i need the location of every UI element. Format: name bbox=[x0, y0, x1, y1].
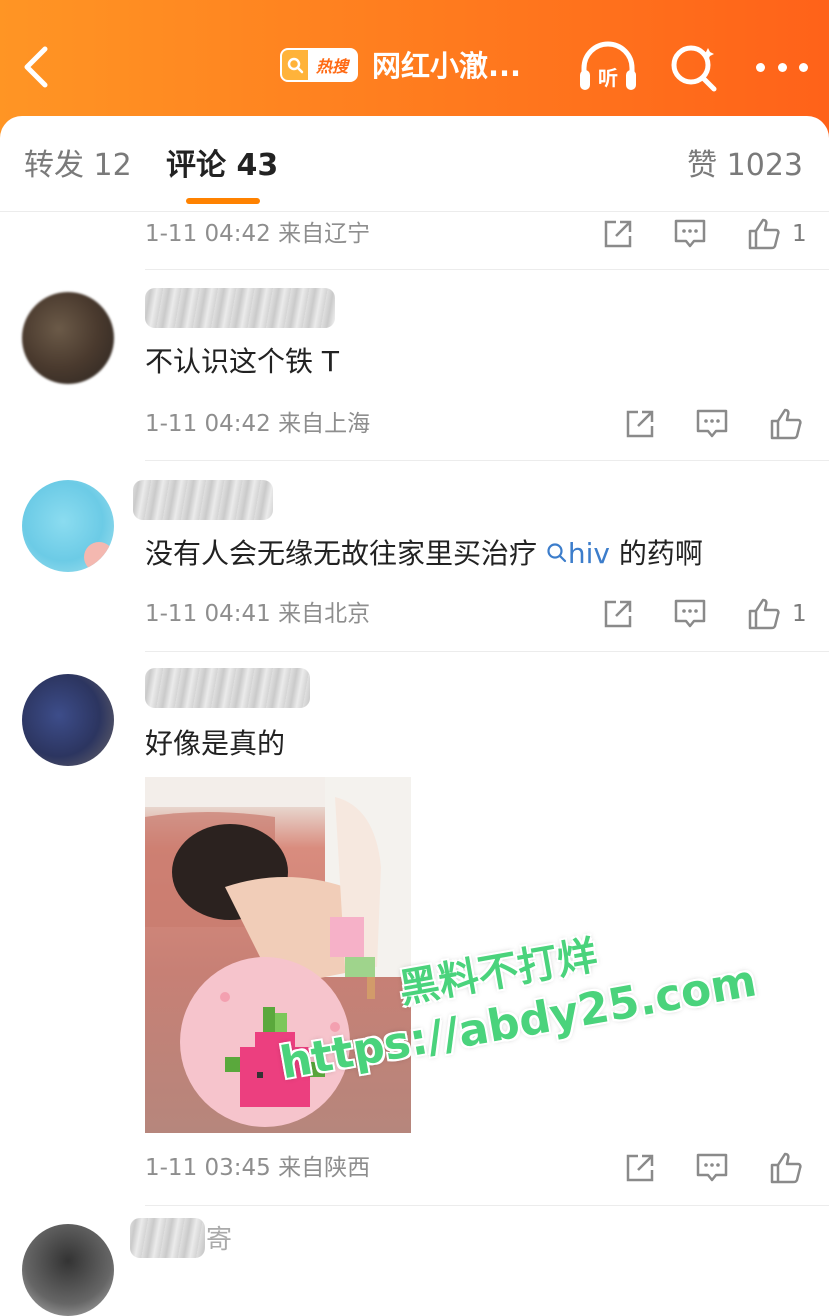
tab-comments[interactable]: 评论 43 bbox=[166, 146, 278, 186]
tab-active-indicator bbox=[186, 198, 260, 204]
like-button[interactable] bbox=[744, 214, 784, 254]
like-button[interactable] bbox=[766, 404, 806, 444]
more-button[interactable] bbox=[752, 52, 812, 82]
headphones-icon: 听 bbox=[580, 41, 636, 90]
like-count: 1 bbox=[792, 601, 807, 627]
share-button[interactable] bbox=[598, 214, 638, 254]
comment-meta: 1-11 04:42 来自上海 bbox=[145, 411, 371, 437]
share-icon bbox=[604, 600, 632, 628]
divider bbox=[145, 460, 829, 461]
more-icon bbox=[777, 62, 787, 72]
thumbs-up-icon bbox=[748, 218, 780, 250]
share-button[interactable] bbox=[620, 404, 660, 444]
username-partial[interactable]: 寄 bbox=[206, 1222, 232, 1258]
comment-text: 好像是真的 bbox=[145, 727, 286, 760]
topic-link[interactable]: hiv bbox=[546, 537, 619, 570]
search-button[interactable] bbox=[664, 38, 724, 96]
listen-label: 听 bbox=[598, 66, 618, 90]
divider bbox=[145, 269, 829, 270]
listen-button[interactable]: 听 bbox=[576, 38, 640, 96]
share-button[interactable] bbox=[620, 1148, 660, 1188]
share-button[interactable] bbox=[598, 594, 638, 634]
username-redacted[interactable] bbox=[145, 288, 335, 328]
hot-badge-label: 热搜 bbox=[315, 57, 348, 76]
search-icon bbox=[547, 543, 567, 563]
comment-meta: 1-11 04:42 来自辽宁 bbox=[145, 221, 371, 247]
comment-meta: 1-11 04:41 来自北京 bbox=[145, 601, 371, 627]
avatar-detail bbox=[84, 542, 114, 572]
tab-bar: 转发 12 评论 43 赞 1023 bbox=[0, 116, 829, 212]
comment-meta: 1-11 03:45 来自陕西 bbox=[145, 1155, 371, 1181]
divider bbox=[145, 651, 829, 652]
search-icon bbox=[671, 45, 717, 92]
hot-search-badge[interactable]: 热搜 bbox=[280, 48, 358, 82]
page-title: 网红小澈... bbox=[372, 49, 522, 83]
comment-icon bbox=[696, 1153, 728, 1182]
like-button[interactable] bbox=[744, 594, 784, 634]
share-icon bbox=[626, 1154, 654, 1182]
avatar[interactable] bbox=[22, 480, 114, 572]
avatar[interactable] bbox=[22, 674, 114, 766]
chevron-left-icon bbox=[24, 46, 48, 88]
back-button[interactable] bbox=[14, 40, 58, 94]
comment-text-part: 的药啊 bbox=[618, 537, 703, 570]
comment-text: 不认识这个铁 T bbox=[145, 345, 340, 378]
reply-button[interactable] bbox=[670, 214, 710, 254]
like-button[interactable] bbox=[766, 1148, 806, 1188]
reply-button[interactable] bbox=[692, 1148, 732, 1188]
like-count: 1 bbox=[792, 221, 807, 247]
share-icon bbox=[604, 220, 632, 248]
comment-icon bbox=[674, 219, 706, 248]
share-icon bbox=[626, 410, 654, 438]
avatar[interactable] bbox=[22, 1224, 114, 1316]
comment-icon bbox=[696, 409, 728, 438]
username-redacted[interactable] bbox=[130, 1218, 205, 1258]
tab-likes[interactable]: 赞 1023 bbox=[687, 146, 803, 186]
comment-text: 没有人会无缘无故往家里买治疗 hiv 的药啊 bbox=[145, 532, 703, 576]
comment-icon bbox=[674, 599, 706, 628]
more-icon bbox=[799, 62, 808, 72]
search-icon bbox=[282, 50, 308, 80]
avatar[interactable] bbox=[22, 292, 114, 384]
thumbs-up-icon bbox=[748, 598, 780, 630]
comment-image-content bbox=[145, 777, 411, 1127]
reply-button[interactable] bbox=[670, 594, 710, 634]
reply-button[interactable] bbox=[692, 404, 732, 444]
comment-image[interactable] bbox=[145, 777, 411, 1133]
thumbs-up-icon bbox=[770, 1152, 802, 1184]
tab-repost[interactable]: 转发 12 bbox=[24, 146, 132, 186]
divider bbox=[145, 1205, 829, 1206]
comment-text-part: 没有人会无缘无故往家里买治疗 bbox=[145, 537, 546, 570]
more-icon bbox=[756, 62, 765, 72]
thumbs-up-icon bbox=[770, 408, 802, 440]
username-redacted[interactable] bbox=[133, 480, 273, 520]
username-redacted[interactable] bbox=[145, 668, 310, 708]
topic-link-label: hiv bbox=[567, 537, 611, 570]
comments-sheet: 转发 12 评论 43 赞 1023 1-11 04:42 来自辽宁 1 不认识… bbox=[0, 116, 829, 1316]
